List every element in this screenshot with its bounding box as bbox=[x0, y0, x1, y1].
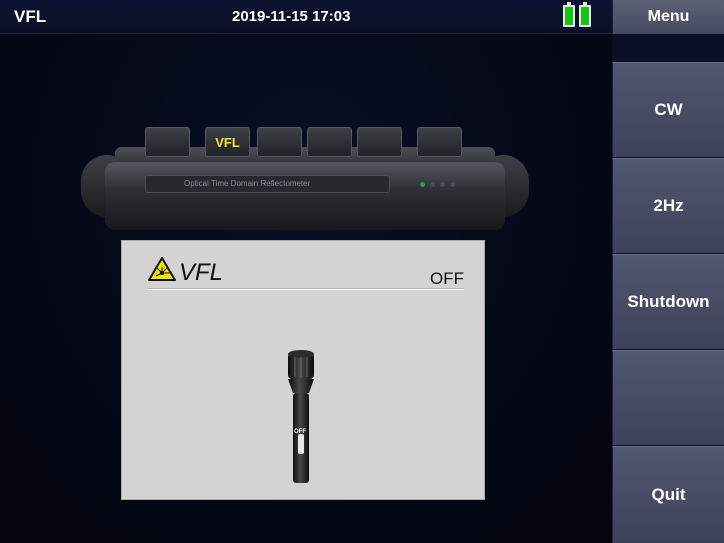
device-body bbox=[105, 162, 505, 230]
2hz-button[interactable]: 2Hz bbox=[612, 158, 724, 253]
device-key bbox=[307, 127, 352, 157]
device-key bbox=[357, 127, 402, 157]
vfl-title: VFL bbox=[179, 259, 224, 286]
laser-warning-icon bbox=[148, 257, 176, 286]
vfl-state: OFF bbox=[430, 269, 464, 288]
battery-full-icon bbox=[579, 2, 591, 27]
vfl-panel: VFL OFF OFF bbox=[121, 240, 485, 500]
cw-button[interactable]: CW bbox=[612, 62, 724, 157]
softkey-menu: Menu CW 2Hz Shutdown Quit bbox=[612, 0, 724, 543]
device-key bbox=[145, 127, 190, 157]
led-icon bbox=[440, 182, 445, 187]
battery-indicator bbox=[563, 2, 591, 27]
menu-header: Menu bbox=[612, 0, 724, 34]
device-model-label: Optical Time Domain Reflectometer bbox=[145, 175, 390, 193]
quit-button[interactable]: Quit bbox=[612, 446, 724, 543]
main-area: VFL Optical Time Domain Reflectometer VF… bbox=[0, 35, 612, 543]
device-illustration: VFL Optical Time Domain Reflectometer bbox=[75, 117, 535, 247]
device-vfl-key: VFL bbox=[205, 127, 250, 157]
device-key bbox=[257, 127, 302, 157]
led-icon bbox=[430, 182, 435, 187]
empty-softkey-button[interactable] bbox=[612, 350, 724, 445]
status-bar: VFL 2019-11-15 17:03 bbox=[0, 0, 612, 34]
device-leds bbox=[420, 182, 455, 187]
led-icon bbox=[420, 182, 425, 187]
device-key bbox=[417, 127, 462, 157]
datetime: 2019-11-15 17:03 bbox=[232, 8, 351, 25]
battery-full-icon bbox=[563, 2, 575, 27]
vfl-pen-icon bbox=[284, 349, 318, 494]
vfl-pen-switch-label: OFF bbox=[294, 429, 306, 435]
shutdown-button[interactable]: Shutdown bbox=[612, 254, 724, 349]
led-icon bbox=[450, 182, 455, 187]
divider bbox=[148, 289, 464, 290]
app-title: VFL bbox=[14, 7, 47, 26]
